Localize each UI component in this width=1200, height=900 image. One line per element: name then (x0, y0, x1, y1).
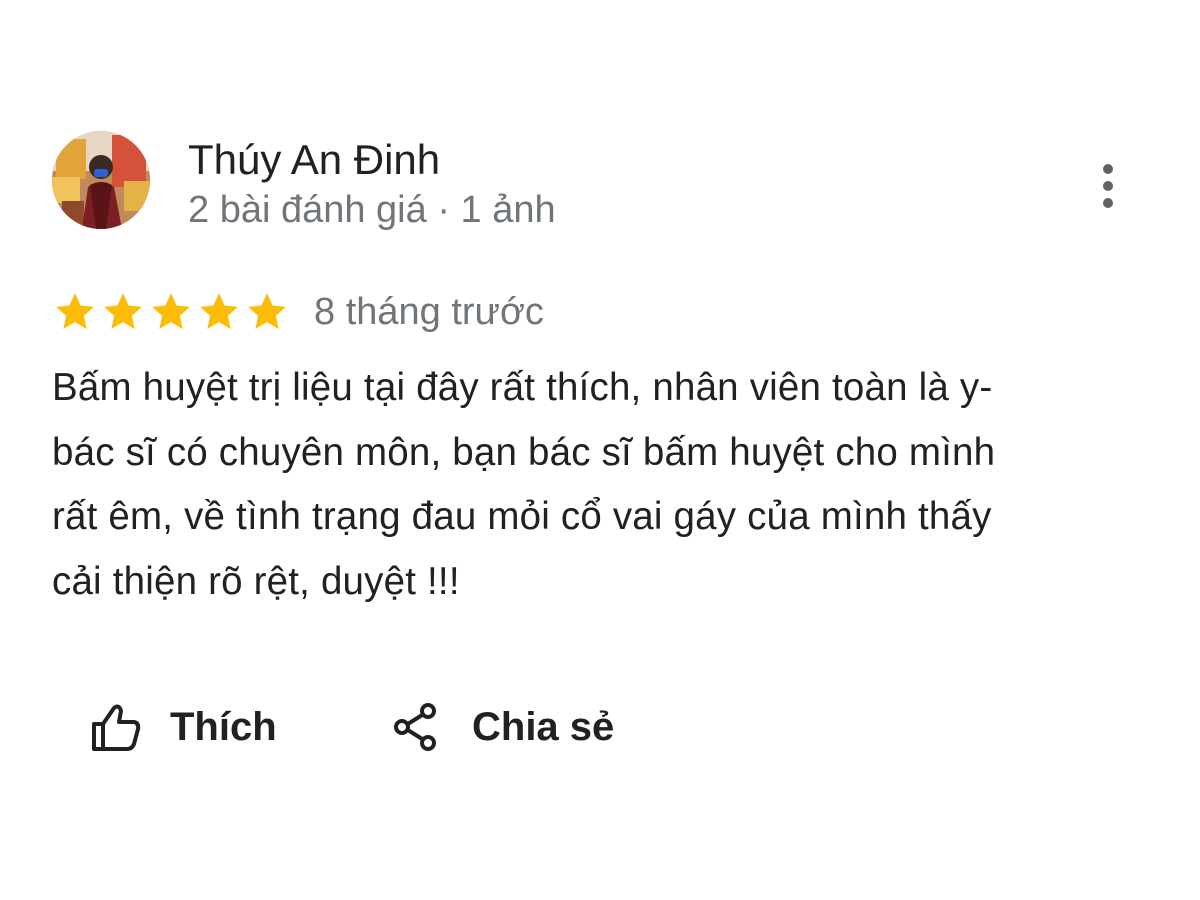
star-icon (200, 293, 238, 330)
more-vert-icon (1103, 164, 1113, 208)
like-button[interactable]: Thích (90, 696, 277, 758)
rating-row: 8 tháng trước (52, 286, 544, 338)
share-icon (394, 703, 436, 751)
thumb-up-icon (92, 704, 141, 751)
review-text: Bấm huyệt trị liệu tại đây rất thích, nh… (52, 356, 1152, 614)
author-name[interactable]: Thúy An Đinh (188, 134, 440, 186)
review-card: Thúy An Đinh 2 bài đánh giá · 1 ảnh 8 th… (0, 0, 1200, 900)
review-text-line: Bấm huyệt trị liệu tại đây rất thích, nh… (52, 366, 993, 409)
review-text-line: cải thiện rõ rệt, duyệt !!! (52, 559, 460, 603)
star-rating (52, 289, 290, 335)
more-options-button[interactable] (1088, 160, 1128, 212)
star-icon (152, 293, 190, 330)
avatar-photo (52, 131, 150, 229)
review-text-line: bác sĩ có chuyên môn, bạn bác sĩ bấm huy… (52, 430, 996, 474)
avatar[interactable] (52, 131, 150, 229)
review-text-line: rất êm, về tình trạng đau mỏi cổ vai gáy… (52, 495, 992, 538)
star-icon (104, 293, 142, 330)
like-label: Thích (170, 705, 277, 749)
author-meta: 2 bài đánh giá · 1 ảnh (188, 189, 556, 231)
review-time: 8 tháng trước (314, 291, 544, 333)
share-button[interactable]: Chia sẻ (392, 696, 614, 758)
star-icon (56, 293, 94, 330)
share-label: Chia sẻ (472, 705, 615, 749)
star-icon (248, 293, 286, 330)
